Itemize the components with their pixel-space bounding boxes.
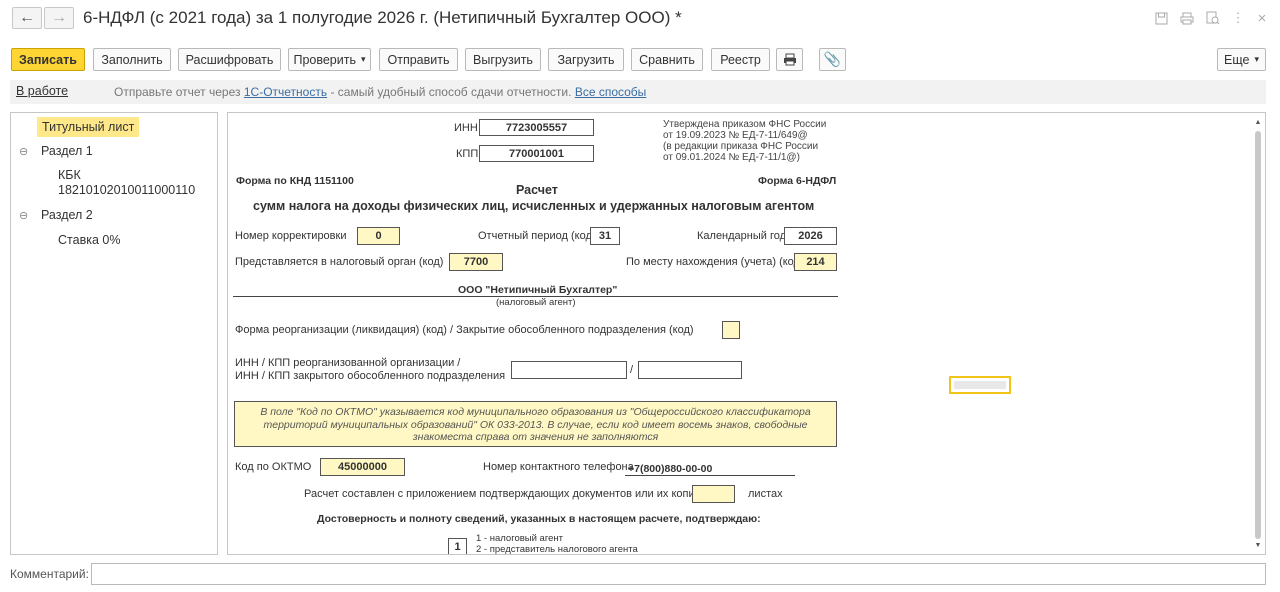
- oktmo-label: Код по ОКТМО: [235, 461, 312, 473]
- phone-label: Номер контактного телефона: [483, 461, 634, 473]
- collapse-icon[interactable]: ⊖: [19, 145, 28, 158]
- kpp-field[interactable]: 770001001: [479, 145, 594, 162]
- dropdown-arrow-icon: ▾: [1254, 54, 1259, 64]
- save-button[interactable]: Записать: [11, 48, 85, 71]
- tax-org-field[interactable]: 7700: [449, 253, 503, 271]
- comment-input[interactable]: [91, 563, 1266, 585]
- window-title: 6-НДФЛ (с 2021 года) за 1 полугодие 2026…: [83, 8, 682, 27]
- confirm-heading: Достоверность и полноту сведений, указан…: [317, 513, 761, 525]
- more-button-label: Еще: [1224, 52, 1250, 67]
- oktmo-note-line-2: территорий муниципальных образований" ОК…: [263, 418, 808, 431]
- preview-icon[interactable]: [1205, 10, 1221, 26]
- reorg-inn-field[interactable]: [511, 361, 627, 379]
- print-icon[interactable]: [1179, 10, 1195, 26]
- scroll-down-icon[interactable]: ▼: [1254, 542, 1262, 549]
- compare-button[interactable]: Сравнить: [631, 48, 703, 71]
- attached-sheets-field[interactable]: [692, 485, 735, 503]
- scroll-thumb[interactable]: [1255, 131, 1261, 539]
- back-button[interactable]: ←: [12, 7, 42, 29]
- approval-line-2: от 19.09.2023 № ЕД-7-11/649@: [663, 130, 808, 141]
- scroll-up-icon[interactable]: ▲: [1254, 119, 1262, 126]
- correction-label: Номер корректировки: [235, 230, 347, 242]
- oktmo-note-line-3: знакоместа справа от значения не заполня…: [412, 431, 659, 443]
- printer-icon: [783, 53, 796, 66]
- comment-label: Комментарий:: [10, 567, 89, 581]
- year-label: Календарный год: [697, 230, 787, 242]
- close-icon[interactable]: ×: [1254, 10, 1270, 27]
- check-button-label: Проверить: [293, 52, 356, 67]
- phone-field[interactable]: +7(800)880-00-00: [628, 463, 712, 475]
- period-field[interactable]: 31: [590, 227, 620, 245]
- link-1c-reporting[interactable]: 1С-Отчетность: [244, 85, 327, 99]
- org-name[interactable]: ООО "Нетипичный Бухгалтер": [458, 284, 617, 296]
- inn-label: ИНН: [454, 122, 478, 134]
- import-button[interactable]: Загрузить: [548, 48, 624, 71]
- inn-field[interactable]: 7723005557: [479, 119, 594, 136]
- tree-item-rate[interactable]: Ставка 0%: [58, 233, 120, 247]
- knd-code: Форма по КНД 1151100: [236, 175, 354, 187]
- tree-item-title-sheet[interactable]: Титульный лист: [37, 117, 140, 137]
- collapse-icon[interactable]: ⊖: [19, 209, 28, 222]
- more-vertical-icon[interactable]: ⋮: [1230, 10, 1246, 26]
- year-field[interactable]: 2026: [784, 227, 837, 245]
- decode-button[interactable]: Расшифровать: [178, 48, 281, 71]
- approval-line-1: Утверждена приказом ФНС России: [663, 119, 827, 130]
- kpp-label: КПП: [456, 148, 479, 160]
- approval-line-4: от 09.01.2024 № ЕД-7-11/1@): [663, 152, 800, 163]
- more-button[interactable]: Еще ▾: [1217, 48, 1266, 71]
- infobar-text-after: - самый удобный способ сдачи отчетности.: [330, 85, 572, 99]
- location-label: По месту нахождения (учета) (код): [626, 256, 804, 268]
- print-button[interactable]: [776, 48, 803, 71]
- infobar-text: Отправьте отчет через 1С-Отчетность - са…: [114, 85, 646, 99]
- location-field[interactable]: 214: [794, 253, 837, 271]
- arrow-right-icon: →: [51, 9, 67, 26]
- attach-button[interactable]: 📎: [819, 48, 846, 71]
- active-field-highlight[interactable]: [949, 376, 1011, 394]
- phone-underline: [625, 475, 795, 476]
- oktmo-field[interactable]: 45000000: [320, 458, 405, 476]
- check-button[interactable]: Проверить ▾: [288, 48, 371, 71]
- arrow-left-icon: ←: [19, 9, 35, 26]
- tree-item-section1[interactable]: Раздел 1: [41, 144, 93, 158]
- form-subheading: сумм налога на доходы физических лиц, ис…: [253, 199, 815, 213]
- correction-field[interactable]: 0: [357, 227, 400, 245]
- oktmo-note: В поле "Код по ОКТМО" указывается код му…: [234, 401, 837, 447]
- period-label: Отчетный период (код): [478, 230, 596, 242]
- approval-line-3: (в редакции приказа ФНС России: [663, 141, 819, 152]
- sheets-label: листах: [748, 488, 783, 500]
- tree-item-kbk-label[interactable]: КБК: [58, 168, 81, 182]
- paperclip-icon: 📎: [823, 51, 842, 67]
- attached-label: Расчет составлен с приложением подтвержд…: [304, 488, 717, 500]
- oktmo-note-line-1: В поле "Код по ОКТМО" указывается код му…: [260, 406, 811, 418]
- all-ways-link[interactable]: Все способы: [575, 85, 647, 99]
- save-icon[interactable]: [1153, 10, 1169, 26]
- tree-item-section2[interactable]: Раздел 2: [41, 208, 93, 222]
- org-caption: (налоговый агент): [496, 297, 576, 308]
- signer-option-2: 2 - представитель налогового агента: [476, 544, 638, 555]
- dropdown-arrow-icon: ▾: [360, 54, 366, 64]
- inn-kpp-reorg-label-2: ИНН / КПП закрытого обособленного подраз…: [235, 370, 506, 382]
- form-code: Форма 6-НДФЛ: [758, 175, 837, 187]
- slash-separator: /: [630, 364, 634, 376]
- tree-item-kbk-value[interactable]: 18210102010011000110: [58, 183, 195, 197]
- sections-tree: Титульный лист ⊖ Раздел 1 КБК 1821010201…: [10, 112, 218, 555]
- inn-kpp-reorg-label-1: ИНН / КПП реорганизованной организации /: [235, 357, 461, 369]
- signer-field[interactable]: 1: [448, 538, 467, 554]
- vertical-scrollbar[interactable]: ▲ ▼: [1254, 119, 1262, 549]
- status-link[interactable]: В работе: [16, 84, 68, 98]
- reorg-field[interactable]: [722, 321, 740, 339]
- tax-org-label: Представляется в налоговый орган (код): [235, 256, 444, 268]
- reorg-label: Форма реорганизации (ликвидация) (код) /…: [235, 324, 694, 336]
- registry-button[interactable]: Реестр: [711, 48, 770, 71]
- infobar-text-before: Отправьте отчет через: [114, 85, 241, 99]
- export-button[interactable]: Выгрузить: [465, 48, 541, 71]
- fill-button[interactable]: Заполнить: [93, 48, 171, 71]
- form-heading: Расчет: [516, 183, 558, 197]
- forward-button[interactable]: →: [44, 7, 74, 29]
- signer-option-1: 1 - налоговый агент: [476, 533, 563, 544]
- reorg-kpp-field[interactable]: [638, 361, 742, 379]
- report-form: ИНН 7723005557 КПП 770001001 Утверждена …: [227, 112, 1266, 555]
- send-button[interactable]: Отправить: [379, 48, 458, 71]
